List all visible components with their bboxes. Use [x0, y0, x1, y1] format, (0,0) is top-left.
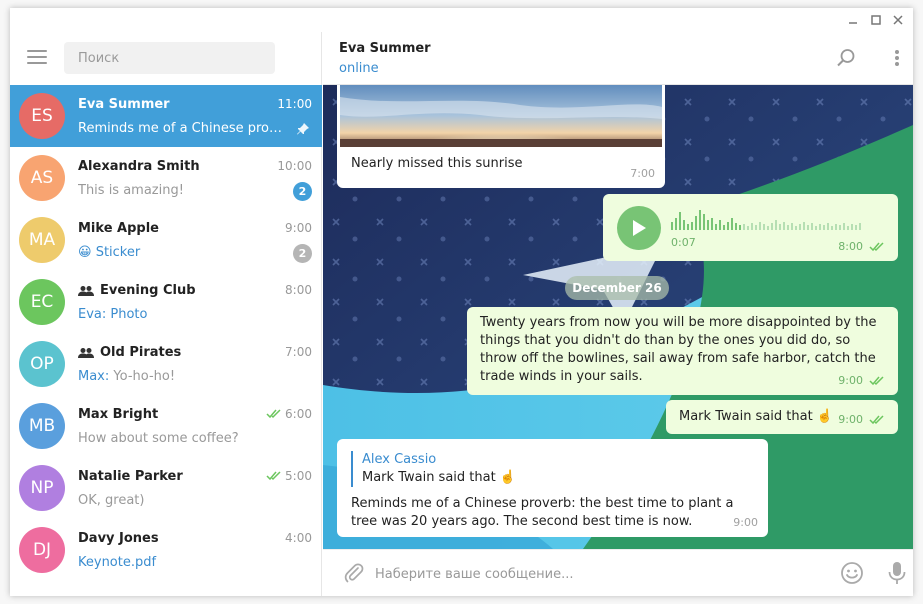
minimize-icon[interactable]: [844, 12, 862, 28]
chat-name: Alexandra Smith: [78, 159, 200, 174]
chat-list-sidebar: ES Eva Summer 11:00 Reminds me of a Chin…: [10, 32, 322, 596]
chat-time: 9:00: [285, 221, 312, 235]
message-composer: [323, 549, 913, 596]
unread-badge: 2: [293, 182, 312, 201]
smile-emoji-icon: 😀: [78, 245, 92, 260]
photo-caption: Nearly missed this sunrise: [351, 156, 523, 171]
unread-badge: 2: [293, 244, 312, 263]
outgoing-message[interactable]: Mark Twain said that ☝️ 9:00: [666, 400, 898, 434]
message-input[interactable]: [375, 562, 815, 586]
chat-name: Old Pirates: [78, 345, 181, 360]
conversation-panel: Eva Summer online Nearly missed this sun…: [323, 32, 913, 596]
chat-item-mike-apple[interactable]: MA Mike Apple 9:00 😀 Sticker 2: [10, 209, 322, 271]
chat-item-alexandra-smith[interactable]: AS Alexandra Smith 10:00 This is amazing…: [10, 147, 322, 209]
attach-icon[interactable]: [341, 560, 367, 586]
avatar: DJ: [19, 527, 65, 573]
chat-time: 8:00: [285, 283, 312, 297]
chat-preview: Max: Yo-ho-ho!: [78, 369, 176, 384]
preview-sender: Max:: [78, 369, 110, 384]
chat-name: Max Bright: [78, 407, 159, 422]
date-separator: December 26: [565, 276, 669, 300]
title-bar: [10, 8, 913, 32]
chat-time: 10:00: [277, 159, 312, 173]
double-check-icon: [266, 409, 282, 419]
message-time: 7:00: [630, 167, 655, 180]
chat-preview: This is amazing!: [78, 183, 184, 198]
sunrise-photo[interactable]: [340, 85, 662, 147]
group-icon: [78, 285, 94, 297]
chat-preview: 😀 Sticker: [78, 245, 141, 260]
avatar: OP: [19, 341, 65, 387]
chat-time: 11:00: [277, 97, 312, 111]
microphone-icon[interactable]: [884, 560, 910, 586]
chat-name: Davy Jones: [78, 531, 159, 546]
chat-name: Natalie Parker: [78, 469, 183, 484]
voice-duration: 0:07: [671, 236, 696, 249]
chat-name: Evening Club: [78, 283, 196, 298]
double-check-icon: [869, 415, 885, 425]
search-input[interactable]: [64, 42, 275, 74]
avatar: EC: [19, 279, 65, 325]
photo-message[interactable]: Nearly missed this sunrise 7:00: [337, 85, 665, 188]
chat-item-natalie-parker[interactable]: NP Natalie Parker 5:00 OK, great): [10, 457, 322, 519]
chat-item-davy-jones[interactable]: DJ Davy Jones 4:00 Keynote.pdf: [10, 519, 322, 581]
avatar: MA: [19, 217, 65, 263]
more-vertical-icon[interactable]: [886, 47, 908, 69]
message-time: 8:00: [838, 238, 888, 256]
reply-author: Alex Cassio: [362, 452, 437, 467]
reply-quote[interactable]: Alex Cassio Mark Twain said that ☝️: [351, 451, 516, 487]
chat-name: Eva Summer: [78, 97, 170, 112]
chat-time: 7:00: [285, 345, 312, 359]
chat-name: Mike Apple: [78, 221, 159, 236]
incoming-reply-message[interactable]: Alex Cassio Mark Twain said that ☝️ Remi…: [337, 439, 768, 537]
chat-item-max-bright[interactable]: MB Max Bright 6:00 How about some coffee…: [10, 395, 322, 457]
reply-snippet: Mark Twain said that ☝️: [362, 470, 517, 485]
double-check-icon: [869, 376, 885, 386]
chat-list: ES Eva Summer 11:00 Reminds me of a Chin…: [10, 85, 322, 581]
avatar: ES: [19, 93, 65, 139]
search-icon[interactable]: [835, 47, 857, 69]
chat-preview: Keynote.pdf: [78, 555, 157, 570]
voice-message[interactable]: 0:07 8:00: [603, 194, 898, 261]
message-time: 9:00: [838, 372, 888, 390]
double-check-icon: [869, 242, 885, 252]
double-check-icon: [266, 471, 282, 481]
message-area[interactable]: Nearly missed this sunrise 7:00 0:07 8:0…: [323, 85, 913, 549]
message-text: Twenty years from now you will be more d…: [480, 315, 877, 384]
chat-item-eva-summer[interactable]: ES Eva Summer 11:00 Reminds me of a Chin…: [10, 85, 322, 147]
chat-item-old-pirates[interactable]: OP Old Pirates 7:00 Max: Yo-ho-ho!: [10, 333, 322, 395]
chat-time: 5:00: [266, 469, 312, 483]
maximize-icon[interactable]: [867, 12, 885, 28]
chat-preview: How about some coffee?: [78, 431, 239, 446]
hamburger-menu-icon[interactable]: [27, 50, 47, 65]
conversation-header: Eva Summer online: [323, 32, 913, 85]
message-text: Reminds me of a Chinese proverb: the bes…: [351, 496, 734, 529]
avatar: MB: [19, 403, 65, 449]
avatar: AS: [19, 155, 65, 201]
message-time: 9:00: [733, 516, 758, 529]
sidebar-header: [10, 32, 322, 85]
chat-preview: OK, great): [78, 493, 145, 508]
app-window: ES Eva Summer 11:00 Reminds me of a Chin…: [10, 8, 913, 596]
pin-icon: [296, 121, 310, 140]
chat-item-evening-club[interactable]: EC Evening Club 8:00 Eva: Photo: [10, 271, 322, 333]
play-button[interactable]: [617, 206, 661, 250]
message-time: 9:00: [838, 411, 888, 429]
emoji-icon[interactable]: [839, 560, 865, 586]
chat-time: 4:00: [285, 531, 312, 545]
avatar: NP: [19, 465, 65, 511]
outgoing-message[interactable]: Twenty years from now you will be more d…: [467, 307, 898, 395]
chat-time: 6:00: [266, 407, 312, 421]
group-icon: [78, 347, 94, 359]
contact-status: online: [339, 61, 379, 76]
close-icon[interactable]: [889, 12, 907, 28]
chat-preview: Eva: Photo: [78, 307, 148, 322]
contact-name[interactable]: Eva Summer: [339, 41, 431, 56]
chat-preview: Reminds me of a Chinese proverb: the bes…: [78, 121, 283, 136]
voice-waveform[interactable]: [671, 208, 881, 230]
